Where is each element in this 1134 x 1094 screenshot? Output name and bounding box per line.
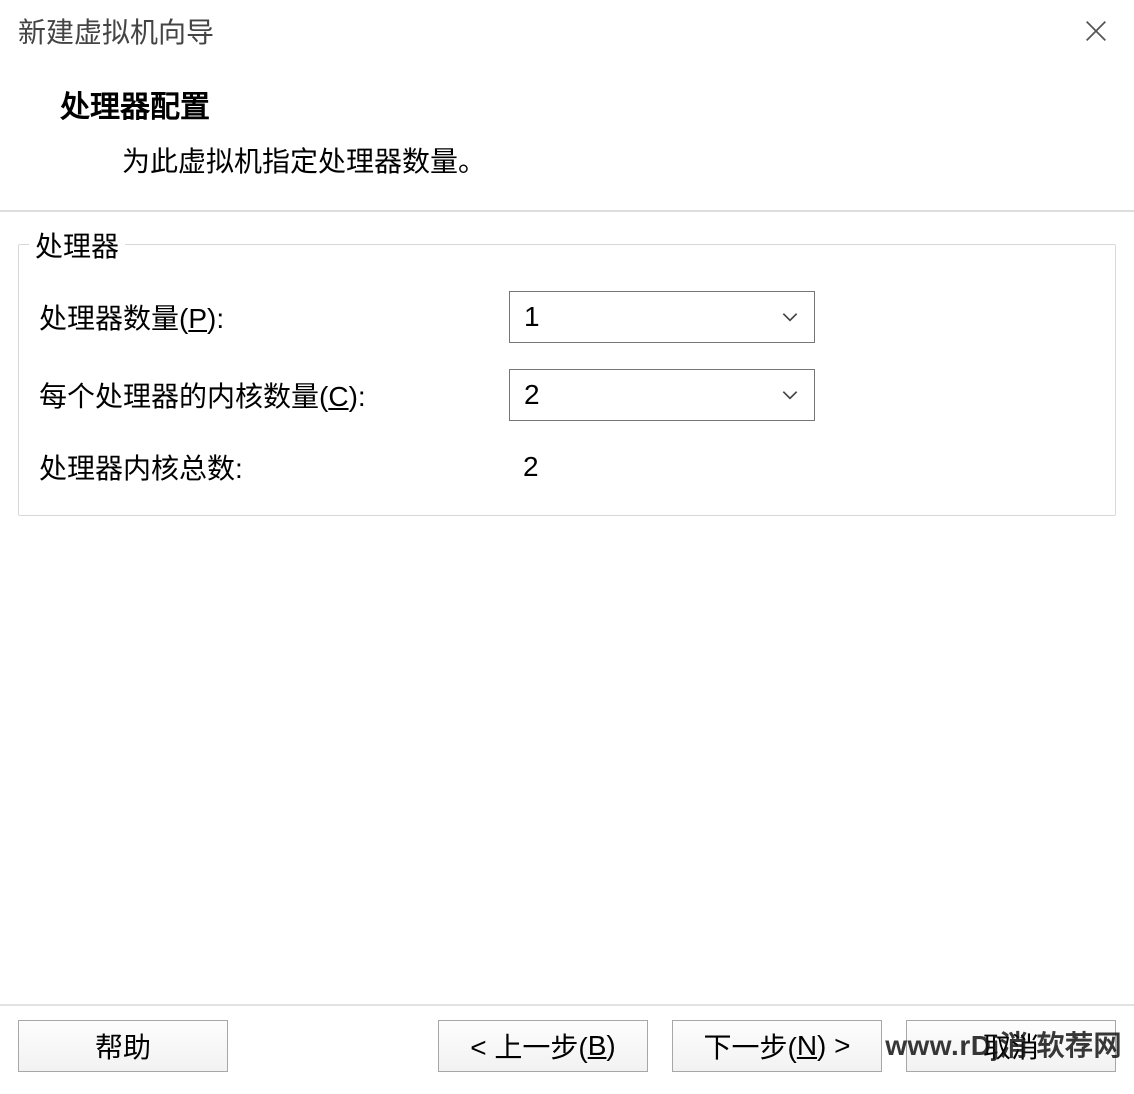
button-bar: 帮助 < 上一步(B) 下一步(N) > 取消 — [0, 1020, 1134, 1072]
header-section: 处理器配置 为此虚拟机指定处理器数量。 — [0, 62, 1134, 210]
select-cores-per-processor-value: 2 — [524, 379, 780, 411]
close-icon — [1082, 17, 1110, 45]
cancel-button[interactable]: 取消 — [906, 1020, 1116, 1072]
row-total-cores: 处理器内核总数: 2 — [39, 447, 1095, 487]
select-processor-count-value: 1 — [524, 301, 780, 333]
value-total-cores: 2 — [509, 451, 539, 483]
close-button[interactable] — [1076, 11, 1116, 51]
label-cores-per-processor: 每个处理器的内核数量(C): — [39, 375, 509, 415]
content-area: 处理器 处理器数量(P): 1 每个处理器的内核数量(C): 2 — [0, 212, 1134, 516]
chevron-down-icon — [780, 307, 800, 327]
group-legend: 处理器 — [29, 225, 125, 265]
processor-group: 处理器 处理器数量(P): 1 每个处理器的内核数量(C): 2 — [18, 244, 1116, 516]
next-button[interactable]: 下一步(N) > — [672, 1020, 882, 1072]
chevron-down-icon — [780, 385, 800, 405]
label-processor-count: 处理器数量(P): — [39, 297, 509, 337]
page-subtitle: 为此虚拟机指定处理器数量。 — [60, 140, 1074, 180]
back-button[interactable]: < 上一步(B) — [438, 1020, 648, 1072]
window-title: 新建虚拟机向导 — [18, 11, 214, 51]
select-cores-per-processor[interactable]: 2 — [509, 369, 815, 421]
footer-divider — [0, 1004, 1134, 1006]
label-total-cores: 处理器内核总数: — [39, 447, 509, 487]
help-button[interactable]: 帮助 — [18, 1020, 228, 1072]
titlebar: 新建虚拟机向导 — [0, 0, 1134, 62]
page-title: 处理器配置 — [60, 82, 1074, 126]
row-processor-count: 处理器数量(P): 1 — [39, 291, 1095, 343]
row-cores-per-processor: 每个处理器的内核数量(C): 2 — [39, 369, 1095, 421]
select-processor-count[interactable]: 1 — [509, 291, 815, 343]
